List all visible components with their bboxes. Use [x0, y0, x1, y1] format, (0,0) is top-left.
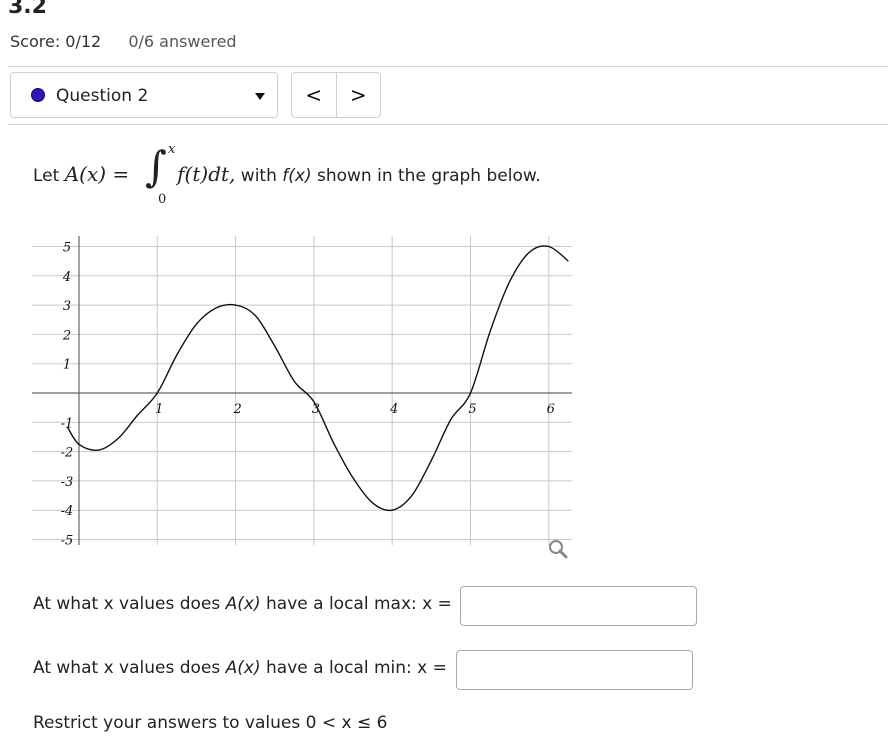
x-tick-label: 1 [155, 402, 163, 417]
answered-count: 0/6 answered [128, 32, 237, 51]
integral-sign: ∫ [145, 142, 167, 191]
local-max-question: At what x values does A(x) have a local … [33, 594, 452, 614]
y-tick-label: -5 [61, 534, 74, 549]
x-tick-label: 4 [389, 402, 398, 417]
local-max-label-post: have a local max: x = [260, 594, 452, 614]
question-with: with [235, 166, 283, 186]
local-min-label-pre: At what x values does [33, 658, 226, 678]
divider-top [8, 66, 888, 67]
question-rest: shown in the graph below. [311, 166, 541, 186]
local-min-question: At what x values does A(x) have a local … [33, 658, 447, 678]
score-line: Score: 0/12 0/6 answered [10, 32, 237, 51]
y-tick-label: 5 [63, 241, 71, 256]
score-text: Score: 0/12 [10, 32, 102, 51]
question-fx: f(x) [282, 166, 312, 186]
local-min-label-post: have a local min: x = [260, 658, 447, 678]
x-tick-label: 2 [232, 402, 241, 417]
y-tick-label: -1 [61, 416, 74, 431]
question-integrand: f(t)dt, [177, 162, 236, 186]
f-curve [66, 245, 569, 512]
local-max-input[interactable] [460, 586, 697, 626]
local-max-label-fn: A(x) [225, 594, 261, 614]
question-lhs: A(x) = [64, 162, 130, 186]
question-text: Let A(x) = f(t)dt, with f(x) shown in the… [33, 162, 541, 186]
question-nav-group: < > [291, 72, 381, 118]
question-select-label: Question 2 [56, 86, 149, 106]
y-tick-label: 3 [63, 299, 71, 314]
local-max-label-pre: At what x values does [33, 594, 226, 614]
graph-grid [32, 236, 572, 545]
next-question-button[interactable]: > [337, 73, 381, 117]
x-tick-label: 6 [547, 402, 555, 417]
divider-bottom [8, 124, 888, 125]
integral-lower-limit: 0 [158, 192, 167, 207]
section-title: 3.2 [8, 0, 47, 19]
prev-question-button[interactable]: < [292, 73, 337, 117]
integral-upper-limit: x [168, 142, 176, 157]
caret-down-icon [255, 93, 265, 100]
y-tick-label: 1 [63, 358, 71, 373]
y-tick-label: -4 [61, 504, 74, 519]
restriction-note: Restrict your answers to values 0 < x ≤ … [33, 713, 388, 733]
magnifier-icon[interactable] [549, 540, 568, 559]
y-tick-label: -3 [61, 475, 74, 490]
y-tick-label: 2 [62, 328, 71, 343]
function-graph: 1 2 3 4 5 654321-1-2-3-4-5 [32, 236, 572, 559]
question-select[interactable]: Question 2 [10, 72, 278, 118]
local-min-label-fn: A(x) [225, 658, 261, 678]
y-tick-label: -2 [61, 446, 74, 461]
local-min-input[interactable] [456, 650, 693, 690]
question-prefix: Let [33, 166, 65, 186]
x-tick-label: 5 [468, 402, 476, 417]
status-dot-icon [31, 88, 45, 102]
y-tick-label: 4 [62, 270, 71, 285]
